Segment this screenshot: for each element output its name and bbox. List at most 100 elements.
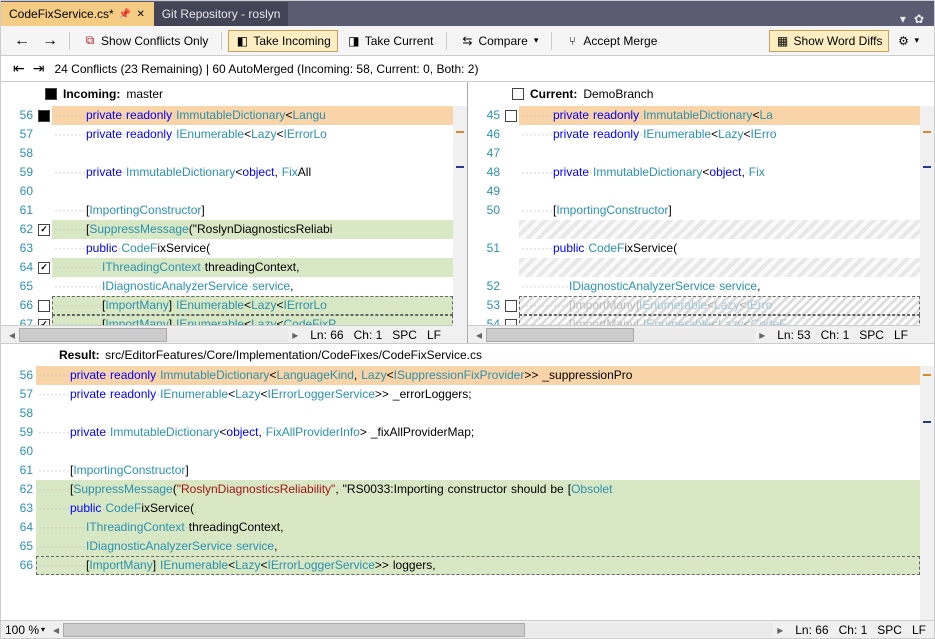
gear-icon: ⚙: [896, 34, 910, 48]
line-checkbox[interactable]: [505, 110, 517, 122]
scroll-track[interactable]: [19, 328, 288, 342]
take-incoming-button[interactable]: ◧ Take Incoming: [228, 30, 337, 52]
current-code-area[interactable]: 45········private·readonly·ImmutableDict…: [468, 106, 920, 325]
code-line[interactable]: 60: [1, 182, 453, 201]
show-word-diffs-button[interactable]: ▦ Show Word Diffs: [769, 30, 890, 52]
code-line[interactable]: 56········private·readonly·ImmutableDict…: [1, 106, 453, 125]
nav-forward-button[interactable]: →: [37, 31, 63, 51]
code-line[interactable]: 52············IDiagnosticAnalyzerService…: [468, 277, 920, 296]
code-line[interactable]: 65············IDiagnosticAnalyzerService…: [1, 277, 453, 296]
code-line[interactable]: 64············IThreadingContext·threadin…: [1, 258, 453, 277]
result-section: Result: src/EditorFeatures/Core/Implemen…: [1, 344, 934, 638]
line-checkbox[interactable]: [38, 262, 50, 274]
next-conflict-button[interactable]: ⇥: [29, 58, 49, 79]
code-line[interactable]: 65············IDiagnosticAnalyzerService…: [1, 537, 920, 556]
result-marker-strip[interactable]: [920, 366, 934, 620]
code-line[interactable]: 56········private·readonly·ImmutableDict…: [1, 366, 920, 385]
scroll-left-button[interactable]: ◂: [49, 623, 63, 637]
incoming-marker-strip[interactable]: [453, 106, 467, 343]
scroll-left-button[interactable]: ◂: [5, 328, 19, 342]
code-line[interactable]: 57········private·readonly·IEnumerable<L…: [1, 385, 920, 404]
line-number: 56: [1, 366, 36, 385]
code-line[interactable]: 45········private·readonly·ImmutableDict…: [468, 106, 920, 125]
code-line[interactable]: 57········private·readonly·IEnumerable<L…: [1, 125, 453, 144]
line-checkbox[interactable]: [505, 319, 517, 326]
pin-icon[interactable]: 📌: [120, 9, 130, 19]
tab-inactive[interactable]: Git Repository - roslyn: [154, 2, 289, 26]
line-number: [468, 258, 503, 277]
current-marker-strip[interactable]: [920, 106, 934, 343]
nav-back-button[interactable]: ←: [9, 31, 35, 51]
scroll-right-button[interactable]: ▸: [755, 328, 769, 342]
line-content: ········public·CodeFixService(: [52, 239, 453, 258]
line-checkbox[interactable]: [38, 224, 50, 236]
merge-toolbar: ← → ⧉ Show Conflicts Only ◧ Take Incomin…: [1, 26, 934, 56]
line-number: 60: [1, 442, 36, 461]
show-conflicts-button[interactable]: ⧉ Show Conflicts Only: [76, 30, 215, 52]
scroll-track[interactable]: [486, 328, 755, 342]
code-line[interactable]: 63········public·CodeFixService(: [1, 239, 453, 258]
code-line[interactable]: 61········[ImportingConstructor]: [1, 461, 920, 480]
line-content: ········public·CodeFixService(: [519, 239, 920, 258]
line-content: ········private·readonly·ImmutableDictio…: [519, 106, 920, 125]
zoom-control[interactable]: 100 % ▾: [1, 623, 49, 637]
code-line[interactable]: 67············[ImportMany]·IEnumerable<L…: [1, 315, 453, 325]
tab-label: CodeFixService.cs*: [9, 7, 114, 21]
code-line[interactable]: 64············IThreadingContext·threadin…: [1, 518, 920, 537]
close-icon[interactable]: ✕: [136, 9, 146, 19]
result-code-area[interactable]: 56········private·readonly·ImmutableDict…: [1, 366, 920, 620]
line-checkbox[interactable]: [38, 319, 50, 326]
line-number: 57: [1, 385, 36, 404]
code-line[interactable]: 51········public·CodeFixService(: [468, 239, 920, 258]
code-line[interactable]: 66············[ImportMany]·IEnumerable<L…: [1, 556, 920, 575]
line-content: [519, 258, 920, 277]
compare-button[interactable]: ⇆ Compare ▾: [453, 30, 545, 52]
line-number: 48: [468, 163, 503, 182]
tab-active[interactable]: CodeFixService.cs* 📌 ✕: [1, 2, 154, 26]
code-line[interactable]: 66············[ImportMany]·IEnumerable<L…: [1, 296, 453, 315]
code-line[interactable]: 59········private·ImmutableDictionary<ob…: [1, 163, 453, 182]
incoming-select-all-checkbox[interactable]: [45, 88, 57, 100]
line-checkbox[interactable]: [38, 110, 50, 122]
chevron-down-icon[interactable]: ▾: [900, 12, 906, 26]
line-number: 59: [1, 163, 36, 182]
scroll-right-button[interactable]: ▸: [773, 623, 787, 637]
code-line[interactable]: 46········private·readonly·IEnumerable<L…: [468, 125, 920, 144]
incoming-code-area[interactable]: 56········private·readonly·ImmutableDict…: [1, 106, 453, 325]
code-line[interactable]: 50········[ImportingConstructor]: [468, 201, 920, 220]
gear-icon[interactable]: ✿: [914, 12, 924, 26]
scroll-right-button[interactable]: ▸: [288, 328, 302, 342]
take-current-button[interactable]: ◨ Take Current: [340, 30, 441, 52]
conflict-summary-bar: ⇤ ⇥ 24 Conflicts (23 Remaining) | 60 Aut…: [1, 56, 934, 82]
code-line[interactable]: 47: [468, 144, 920, 163]
prev-conflict-button[interactable]: ⇤: [9, 58, 29, 79]
code-line[interactable]: 48········private·ImmutableDictionary<ob…: [468, 163, 920, 182]
line-content: [52, 182, 453, 201]
line-content: ········private·ImmutableDictionary<obje…: [36, 423, 920, 442]
code-line[interactable]: 62········[SuppressMessage("RoslynDiagno…: [1, 220, 453, 239]
code-line[interactable]: 61········[ImportingConstructor]: [1, 201, 453, 220]
scroll-track[interactable]: [63, 623, 773, 637]
code-line[interactable]: 59········private·ImmutableDictionary<ob…: [1, 423, 920, 442]
line-number: 65: [1, 277, 36, 296]
settings-button[interactable]: ⚙ ▾: [889, 30, 926, 52]
line-number: 62: [1, 480, 36, 499]
current-select-all-checkbox[interactable]: [512, 88, 524, 100]
code-line[interactable]: 54············[ImportMany]·IEnumerable<L…: [468, 315, 920, 325]
line-checkbox[interactable]: [38, 300, 50, 312]
line-content: ········private·readonly·IEnumerable<Laz…: [36, 385, 920, 404]
code-line[interactable]: 49: [468, 182, 920, 201]
scroll-left-button[interactable]: ◂: [472, 328, 486, 342]
code-line[interactable]: [468, 220, 920, 239]
code-line[interactable]: 62········[SuppressMessage("RoslynDiagno…: [1, 480, 920, 499]
line-checkbox[interactable]: [505, 300, 517, 312]
code-line[interactable]: 58: [1, 404, 920, 423]
line-content: ············IDiagnosticAnalyzerService·s…: [36, 537, 920, 556]
code-line[interactable]: 58: [1, 144, 453, 163]
code-line[interactable]: 53············[ImportMany]IEnumerable<La…: [468, 296, 920, 315]
code-line[interactable]: 60: [1, 442, 920, 461]
line-content: ············[ImportMany]·IEnumerable<Laz…: [52, 315, 453, 325]
code-line[interactable]: [468, 258, 920, 277]
code-line[interactable]: 63········public·CodeFixService(: [1, 499, 920, 518]
accept-merge-button[interactable]: ⑂ Accept Merge: [558, 30, 664, 52]
